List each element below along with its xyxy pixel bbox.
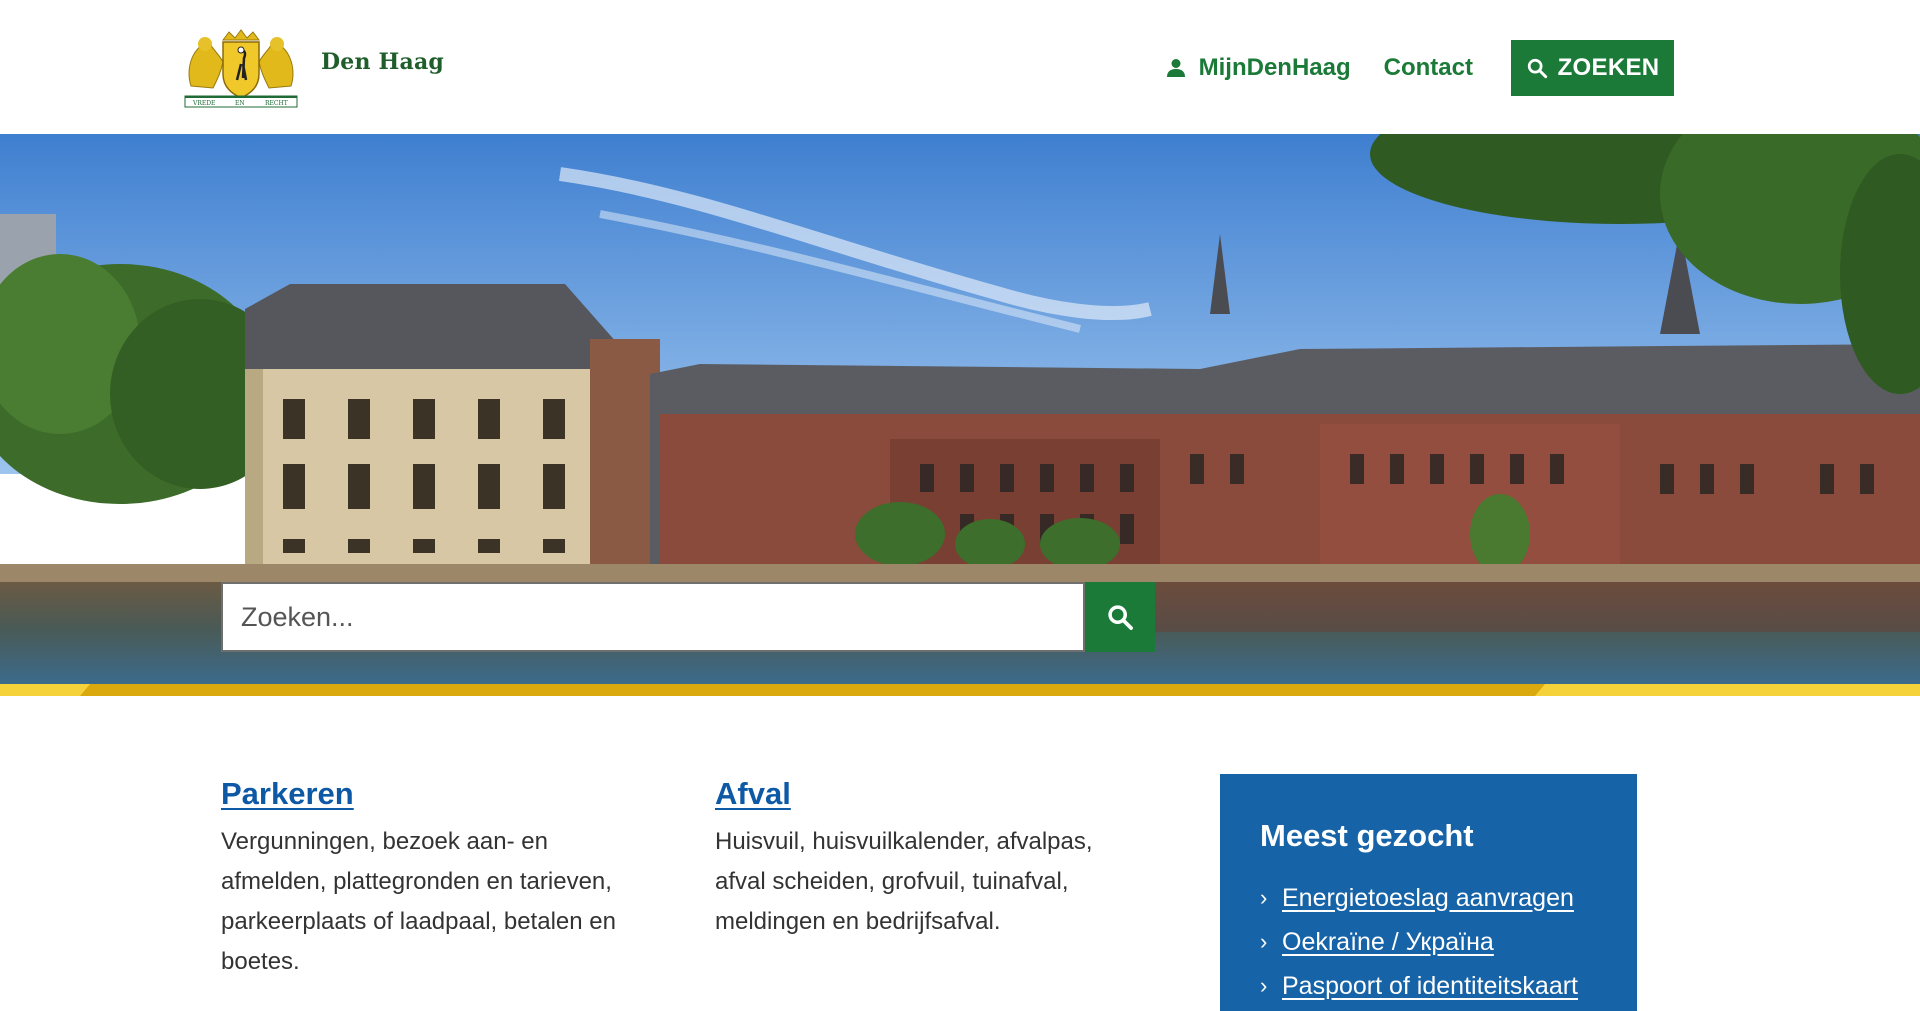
chevron-right-icon: › bbox=[1260, 885, 1268, 910]
hero-banner bbox=[0, 134, 1920, 684]
search-icon bbox=[1108, 605, 1133, 630]
hero-search-input[interactable] bbox=[221, 582, 1085, 652]
search-button-label: ZOEKEN bbox=[1557, 54, 1660, 81]
card-parkeren-description: Vergunningen, bezoek aan- en afmelden, p… bbox=[221, 828, 616, 975]
site-header: VREDE EN RECHT Den Haag MijnDenHaag Cont… bbox=[0, 0, 1920, 134]
brand-name[interactable]: Den Haag bbox=[321, 49, 444, 75]
search-button[interactable]: ZOEKEN bbox=[1511, 40, 1674, 96]
most-searched-link[interactable]: Oekraïne / Україна bbox=[1282, 928, 1494, 957]
den-haag-coat-of-arms-logo[interactable]: VREDE EN RECHT bbox=[183, 28, 299, 108]
most-searched-link[interactable]: Energietoeslag aanvragen bbox=[1282, 884, 1574, 913]
hero-search-form bbox=[221, 582, 1155, 652]
svg-text:EN: EN bbox=[235, 100, 245, 107]
contact-link[interactable]: Contact bbox=[1384, 54, 1473, 82]
search-icon bbox=[1527, 58, 1547, 79]
card-afval-title-link[interactable]: Afval bbox=[715, 776, 791, 812]
hero-search-submit-button[interactable] bbox=[1085, 582, 1155, 652]
card-parkeren-title-link[interactable]: Parkeren bbox=[221, 776, 354, 812]
mijndenhaag-link[interactable]: MijnDenHaag bbox=[1165, 54, 1351, 82]
most-searched-link[interactable]: Paspoort of identiteitskaart bbox=[1282, 972, 1578, 1001]
user-icon bbox=[1166, 59, 1185, 77]
card-afval: Afval Huisvuil, huisvuilkalender, afvalp… bbox=[715, 776, 1145, 942]
top-navigation: MijnDenHaag Contact ZOEKEN bbox=[1165, 40, 1674, 96]
most-searched-item[interactable]: › Energietoeslag aanvragen bbox=[1260, 876, 1597, 920]
motto-text: VREDE bbox=[192, 100, 215, 107]
yellow-accent-band bbox=[0, 684, 1920, 696]
chevron-right-icon: › bbox=[1260, 929, 1268, 954]
chevron-right-icon: › bbox=[1260, 973, 1268, 998]
card-afval-description: Huisvuil, huisvuilkalender, afvalpas, af… bbox=[715, 828, 1093, 935]
most-searched-title: Meest gezocht bbox=[1260, 818, 1474, 853]
most-searched-item[interactable]: › Paspoort of identiteitskaart bbox=[1260, 964, 1597, 1008]
svg-text:RECHT: RECHT bbox=[265, 100, 288, 107]
mijndenhaag-label: MijnDenHaag bbox=[1198, 54, 1351, 81]
card-parkeren: Parkeren Vergunningen, bezoek aan- en af… bbox=[221, 776, 651, 982]
most-searched-item[interactable]: › Oekraïne / Україна bbox=[1260, 920, 1597, 964]
most-searched-panel: Meest gezocht › Energietoeslag aanvragen… bbox=[1220, 774, 1637, 1011]
